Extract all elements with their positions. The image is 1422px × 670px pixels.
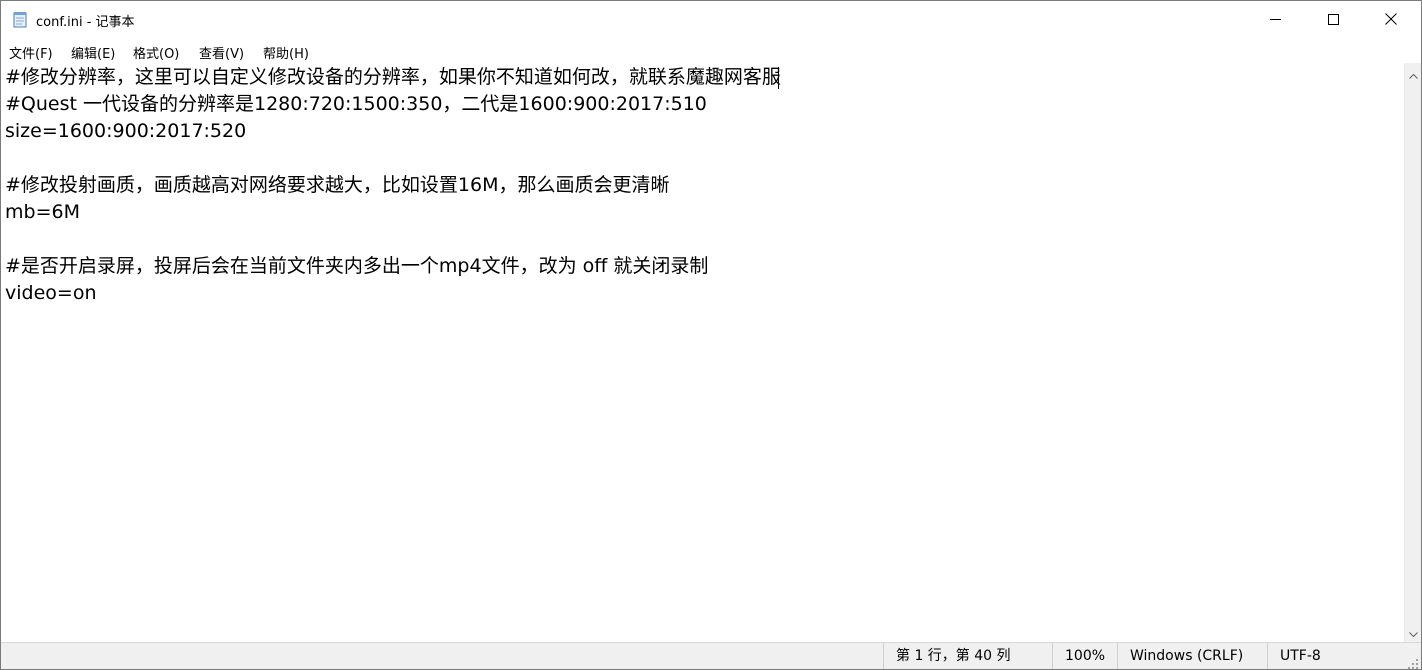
resize-grip-icon[interactable]: [1407, 655, 1419, 669]
title-bar[interactable]: conf.ini - 记事本: [1, 1, 1421, 38]
status-bar: 第 1 行，第 40 列 100% Windows (CRLF) UTF-8: [1, 642, 1421, 669]
window-title: conf.ini - 记事本: [36, 15, 135, 30]
vertical-scrollbar[interactable]: [1404, 63, 1421, 642]
status-encoding: UTF-8: [1267, 643, 1421, 669]
menu-edit[interactable]: 编辑(E): [71, 43, 115, 62]
editor-line: #修改投射画质，画质越高对网络要求越大，比如设置16M，那么画质会更清晰: [5, 174, 670, 196]
editor-line: #是否开启录屏，投屏后会在当前文件夹内多出一个mp4文件，改为 off 就关闭录…: [5, 255, 709, 277]
chevron-down-icon: [1409, 622, 1418, 641]
scroll-up-button[interactable]: [1405, 65, 1422, 82]
notepad-icon: [13, 11, 28, 28]
text-caret: [778, 67, 779, 89]
status-zoom: 100%: [1052, 643, 1117, 669]
editor-line: size=1600:900:2017:520: [5, 120, 247, 142]
minimize-icon: [1269, 10, 1281, 29]
editor-line: video=on: [5, 282, 97, 304]
close-icon: [1385, 10, 1397, 29]
menu-format[interactable]: 格式(O): [133, 43, 179, 62]
editor-line: #Quest 一代设备的分辨率是1280:720:1500:350，二代是160…: [5, 93, 707, 115]
chevron-up-icon: [1409, 64, 1418, 83]
menu-help[interactable]: 帮助(H): [263, 43, 309, 62]
close-button[interactable]: [1362, 1, 1420, 38]
minimize-button[interactable]: [1246, 1, 1304, 38]
status-line-ending: Windows (CRLF): [1117, 643, 1267, 669]
menu-view[interactable]: 查看(V): [199, 43, 244, 62]
maximize-button[interactable]: [1304, 1, 1362, 38]
maximize-icon: [1327, 10, 1339, 29]
text-editor[interactable]: #修改分辨率，这里可以自定义修改设备的分辨率，如果你不知道如何改，就联系魔趣网客…: [1, 63, 1404, 642]
status-cursor-position: 第 1 行，第 40 列: [883, 643, 1052, 669]
editor-line: mb=6M: [5, 201, 80, 223]
menu-file[interactable]: 文件(F): [9, 43, 53, 62]
scroll-down-button[interactable]: [1405, 623, 1422, 640]
notepad-window: conf.ini - 记事本 文件(F) 编辑(E) 格式(O) 查看(V) 帮…: [0, 0, 1422, 670]
menu-bar: 文件(F) 编辑(E) 格式(O) 查看(V) 帮助(H): [1, 38, 1421, 63]
editor-line: #修改分辨率，这里可以自定义修改设备的分辨率，如果你不知道如何改，就联系魔趣网客…: [5, 66, 781, 88]
